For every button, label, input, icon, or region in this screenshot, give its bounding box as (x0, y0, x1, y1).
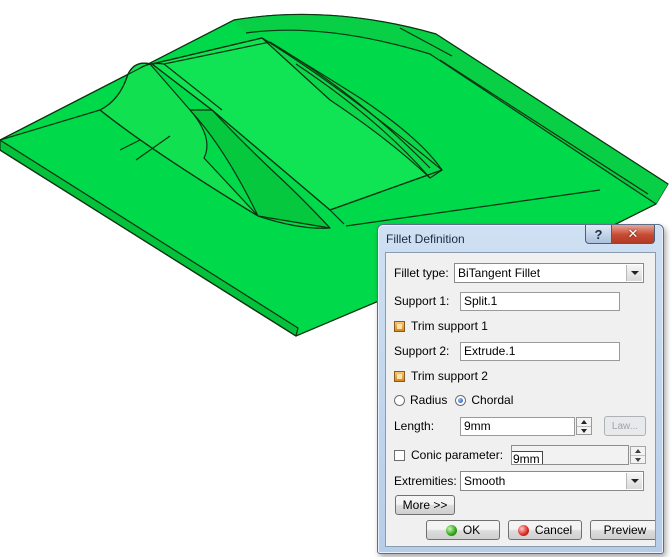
fillet-definition-dialog: Fillet Definition ? ✕ Fillet type: BiTan… (377, 224, 664, 554)
support1-row: Support 1: Split.1 (394, 291, 620, 311)
more-row: More >> (395, 495, 455, 515)
help-button[interactable]: ? (585, 225, 612, 244)
dialog-titlebar[interactable]: Fillet Definition ? ✕ (378, 225, 663, 251)
cancel-icon (517, 524, 529, 536)
ok-icon (445, 524, 457, 536)
trim-support2-checkbox[interactable] (394, 370, 405, 382)
close-button[interactable]: ✕ (612, 225, 655, 244)
trim-support2-label: Trim support 2 (411, 369, 488, 383)
support1-field[interactable]: Split.1 (460, 291, 620, 311)
support2-row: Support 2: Extrude.1 (394, 341, 620, 361)
extremities-label: Extremities: (394, 474, 457, 488)
fillet-type-label: Fillet type: (394, 266, 449, 280)
support1-label: Support 1: (394, 294, 450, 308)
extremities-dropdown[interactable]: Smooth (460, 471, 644, 491)
chevron-down-icon[interactable] (626, 473, 642, 489)
cancel-button[interactable]: Cancel (508, 520, 582, 540)
dialog-title: Fillet Definition (386, 232, 465, 246)
close-icon: ✕ (627, 226, 639, 241)
chevron-down-icon[interactable] (626, 265, 642, 281)
fillet-type-row: Fillet type: BiTangent Fillet (394, 263, 644, 283)
spin-up-icon (631, 447, 645, 456)
length-row: Length: 9mm Law... (394, 416, 646, 436)
extremities-row: Extremities: Smooth (394, 471, 644, 491)
spin-up-icon[interactable] (577, 418, 591, 427)
spin-down-icon[interactable] (577, 427, 591, 435)
trim-support1-row: Trim support 1 (394, 316, 488, 336)
trim-support2-row: Trim support 2 (394, 366, 488, 386)
help-icon: ? (594, 226, 603, 242)
conic-spinner (630, 446, 646, 464)
ok-label: OK (462, 523, 481, 537)
dialog-actions: OK Cancel Preview (426, 520, 655, 540)
cancel-label: Cancel (534, 523, 573, 537)
mode-row: Radius Chordal (394, 390, 513, 410)
trim-support1-checkbox[interactable] (394, 320, 405, 332)
fillet-type-value: BiTangent Fillet (458, 266, 541, 280)
length-field[interactable]: 9mm (460, 416, 575, 436)
preview-button[interactable]: Preview (590, 520, 655, 540)
support2-label: Support 2: (394, 344, 450, 358)
radius-radio[interactable] (394, 394, 405, 406)
support2-field[interactable]: Extrude.1 (460, 341, 620, 361)
radius-label: Radius (410, 393, 448, 407)
conic-field[interactable]: 9mm (511, 445, 629, 465)
length-spinner[interactable] (576, 417, 592, 435)
ok-button[interactable]: OK (426, 520, 500, 540)
length-label: Length: (394, 419, 435, 433)
spin-down-icon (631, 456, 645, 464)
extremities-value: Smooth (464, 474, 506, 488)
more-button[interactable]: More >> (395, 495, 455, 515)
law-button: Law... (604, 416, 646, 436)
conic-value: 9mm (512, 451, 543, 464)
dialog-body: Fillet type: BiTangent Fillet Support 1:… (385, 252, 656, 547)
chordal-label: Chordal (471, 393, 514, 407)
chordal-radio[interactable] (455, 394, 467, 406)
conic-label: Conic parameter: (411, 448, 504, 462)
trim-support1-label: Trim support 1 (411, 319, 488, 333)
fillet-type-dropdown[interactable]: BiTangent Fillet (454, 263, 644, 283)
title-buttons: ? ✕ (585, 225, 655, 244)
conic-checkbox[interactable] (394, 449, 405, 461)
conic-row: Conic parameter: 9mm (394, 445, 646, 465)
